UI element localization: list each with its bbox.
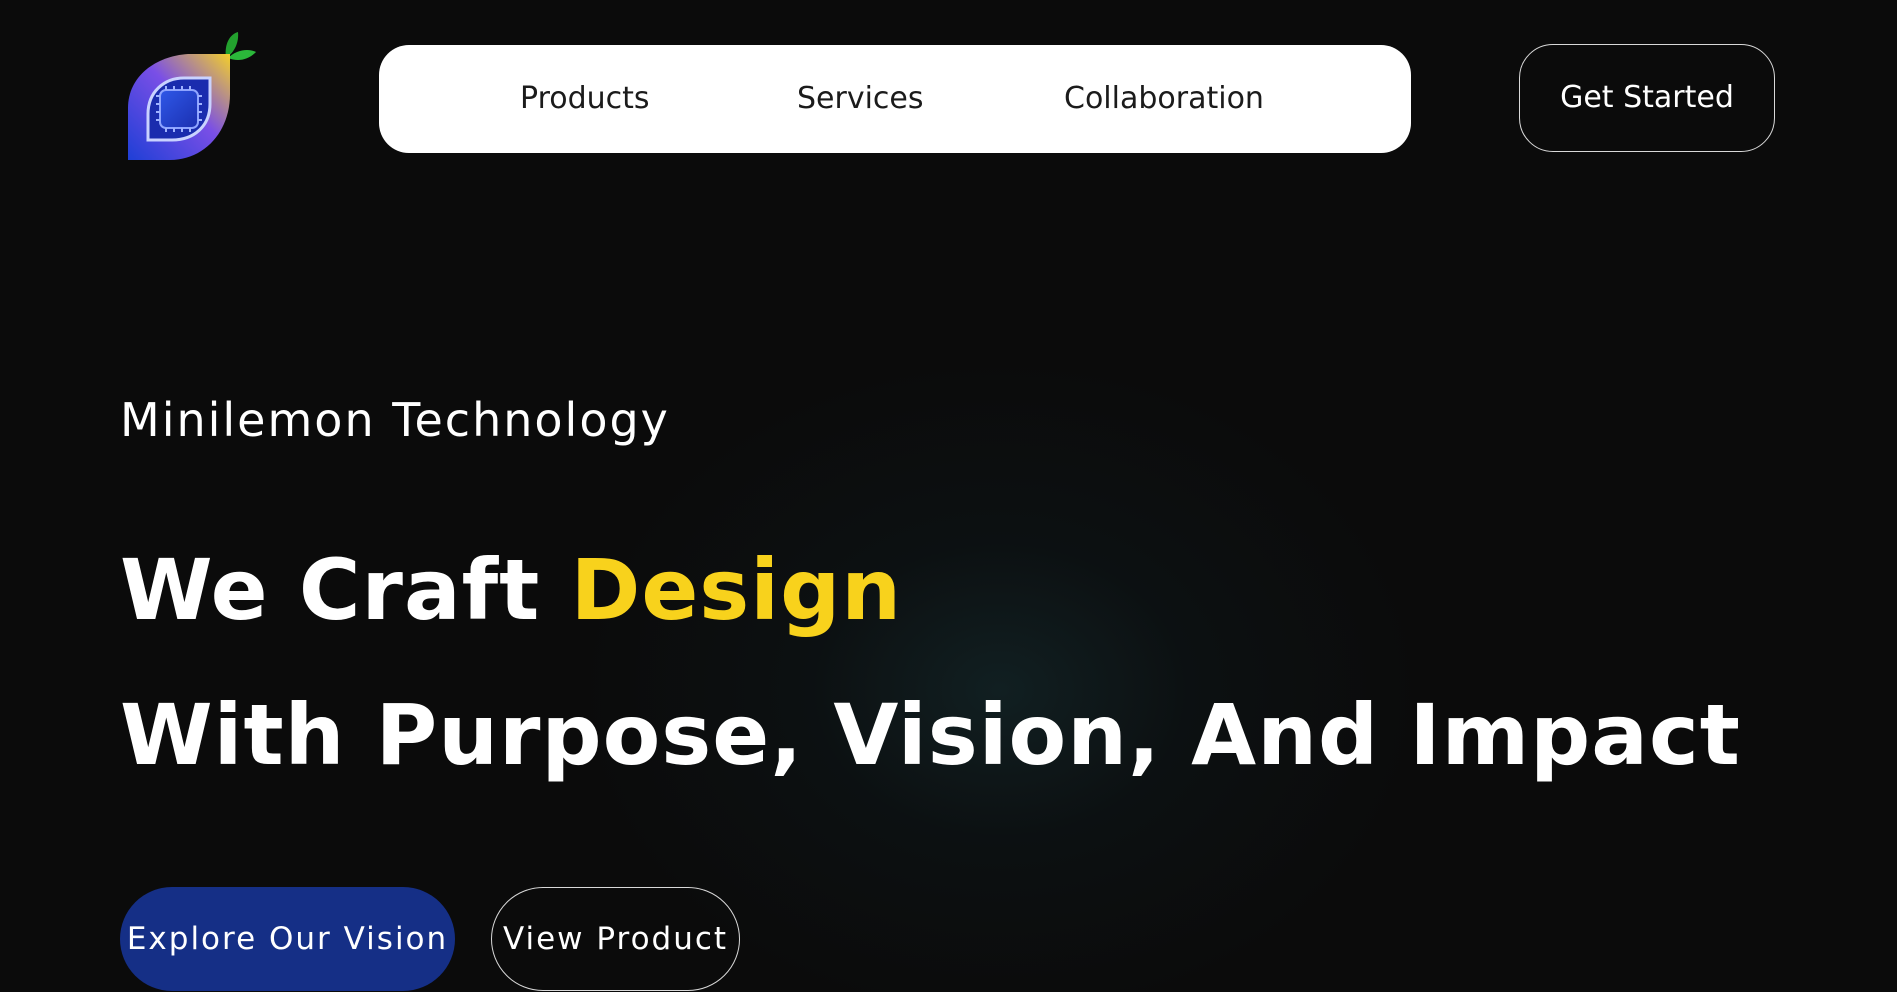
nav-item-collaboration[interactable]: Collaboration — [1064, 45, 1264, 153]
nav-item-services[interactable]: Services — [797, 45, 924, 153]
hero-eyebrow: Minilemon Technology — [120, 393, 670, 447]
hero-headline-accent: Design — [570, 541, 903, 639]
hero-headline-line1: We Craft Design — [120, 541, 902, 639]
main-nav: Products Services Collaboration — [379, 45, 1411, 153]
site-logo[interactable] — [118, 28, 268, 168]
hero-headline-line2: With Purpose, Vision, And Impact — [120, 686, 1741, 784]
view-product-button[interactable]: View Product — [491, 887, 740, 991]
explore-vision-button[interactable]: Explore Our Vision — [120, 887, 455, 991]
nav-item-products[interactable]: Products — [520, 45, 650, 153]
hero-headline-prefix: We Craft — [120, 541, 541, 639]
lemon-chip-logo-icon — [128, 32, 256, 160]
get-started-button[interactable]: Get Started — [1519, 44, 1775, 152]
